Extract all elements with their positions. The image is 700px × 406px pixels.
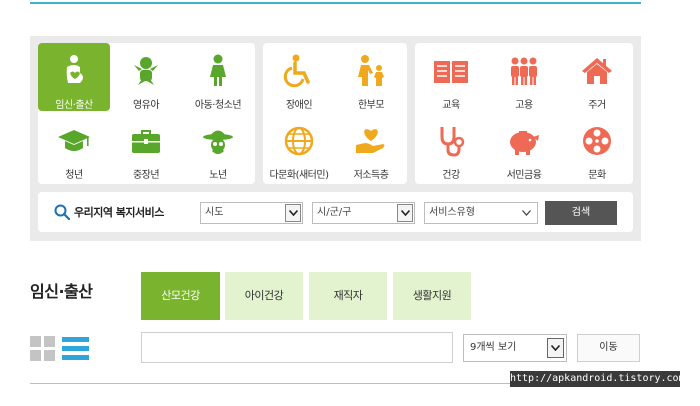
category-elderly[interactable]: 노년 [182, 113, 254, 181]
graduation-cap-icon [54, 122, 94, 160]
social-group: 장애인 한부모 다문화(새터민) 저소득층 [263, 43, 407, 184]
heart-hand-icon [351, 122, 391, 160]
category-middle-aged[interactable]: 중장년 [110, 113, 182, 181]
piggy-bank-icon [504, 122, 544, 160]
people-icon [504, 52, 544, 90]
category-label: 아동·청소년 [194, 100, 242, 111]
tab-living-support[interactable]: 생활지원 [393, 272, 471, 320]
category-single-parent[interactable]: 한부모 [335, 43, 407, 111]
child-icon [198, 52, 238, 90]
tab-child-health[interactable]: 아이건강 [225, 272, 303, 320]
service-type-select-value: 서비스유형 [429, 207, 475, 218]
move-button[interactable]: 이동 [577, 334, 640, 362]
book-icon [431, 52, 471, 90]
category-label: 주거 [588, 100, 606, 111]
stethoscope-icon [431, 122, 471, 160]
briefcase-icon [126, 122, 166, 160]
chevron-down-icon [285, 204, 301, 222]
category-label: 고용 [515, 100, 533, 111]
sigungu-select[interactable]: 시/군/구 [312, 202, 415, 224]
service-group: 교육 고용 주거 건강 서민금융 문화 [415, 43, 633, 184]
regional-search-bar: 우리지역 복지서비스 시도 시/군/구 서비스유형 검색 [38, 192, 633, 232]
service-type-select[interactable]: 서비스유형 [424, 202, 538, 224]
wheelchair-icon [279, 52, 319, 90]
search-button[interactable]: 검색 [545, 201, 617, 225]
category-label: 서민금융 [506, 170, 542, 181]
category-child-youth[interactable]: 아동·청소년 [182, 43, 254, 111]
category-culture[interactable]: 문화 [561, 113, 633, 181]
chevron-down-icon [547, 338, 564, 358]
category-pregnancy[interactable]: 임신·출산 [38, 43, 110, 111]
category-label: 청년 [65, 170, 83, 181]
category-label: 중장년 [132, 170, 160, 181]
baby-icon [126, 52, 166, 90]
per-page-value: 9개씩 보기 [470, 342, 517, 353]
search-icon [54, 204, 71, 221]
category-youth[interactable]: 청년 [38, 113, 110, 181]
watermark-text: http://apkandroid.tistory.com [510, 371, 685, 387]
life-cycle-group: 임신·출산 영유아 아동·청소년 청년 중장년 노년 [38, 43, 255, 184]
grid-view-button[interactable] [30, 336, 56, 362]
list-view-button[interactable] [62, 336, 89, 362]
search-title: 우리지역 복지서비스 [74, 206, 164, 219]
category-label: 교육 [442, 100, 460, 111]
category-label: 문화 [588, 170, 606, 181]
list-view-icon [62, 337, 89, 366]
grid-view-icon [30, 336, 56, 366]
category-microfinance[interactable]: 서민금융 [488, 113, 560, 181]
sigungu-select-value: 시/군/구 [317, 207, 352, 218]
sido-select[interactable]: 시도 [200, 202, 303, 224]
category-label: 저소득층 [353, 170, 389, 181]
single-parent-icon [351, 52, 391, 90]
category-panel: 임신·출산 영유아 아동·청소년 청년 중장년 노년 장애인 한부모 다문화(새… [30, 36, 641, 241]
chevron-down-icon [521, 207, 531, 219]
tab-employee[interactable]: 재직자 [309, 272, 387, 320]
category-health[interactable]: 건강 [415, 113, 487, 181]
category-multicultural[interactable]: 다문화(새터민) [263, 113, 335, 181]
category-education[interactable]: 교육 [415, 43, 487, 111]
category-employment[interactable]: 고용 [488, 43, 560, 111]
film-reel-icon [577, 122, 617, 160]
category-label: 건강 [442, 170, 460, 181]
category-housing[interactable]: 주거 [561, 43, 633, 111]
tab-maternal-health[interactable]: 산모건강 [141, 272, 220, 320]
globe-icon [279, 122, 319, 160]
category-infant[interactable]: 영유아 [110, 43, 182, 111]
sido-select-value: 시도 [205, 207, 224, 218]
keyword-input[interactable] [141, 332, 453, 363]
elderly-hat-icon [198, 122, 238, 160]
category-label: 장애인 [285, 100, 313, 111]
category-label: 한부모 [357, 100, 385, 111]
pregnant-woman-icon [54, 52, 94, 90]
per-page-select[interactable]: 9개씩 보기 [463, 334, 567, 362]
category-low-income[interactable]: 저소득층 [335, 113, 407, 181]
chevron-down-icon [397, 204, 413, 222]
section-title: 임신·출산 [30, 282, 93, 301]
top-accent-line [30, 2, 641, 4]
house-icon [577, 52, 617, 90]
category-disabled[interactable]: 장애인 [263, 43, 335, 111]
category-label: 임신·출산 [55, 100, 93, 111]
category-label: 다문화(새터민) [269, 170, 329, 181]
category-label: 영유아 [132, 100, 160, 111]
category-label: 노년 [209, 170, 227, 181]
